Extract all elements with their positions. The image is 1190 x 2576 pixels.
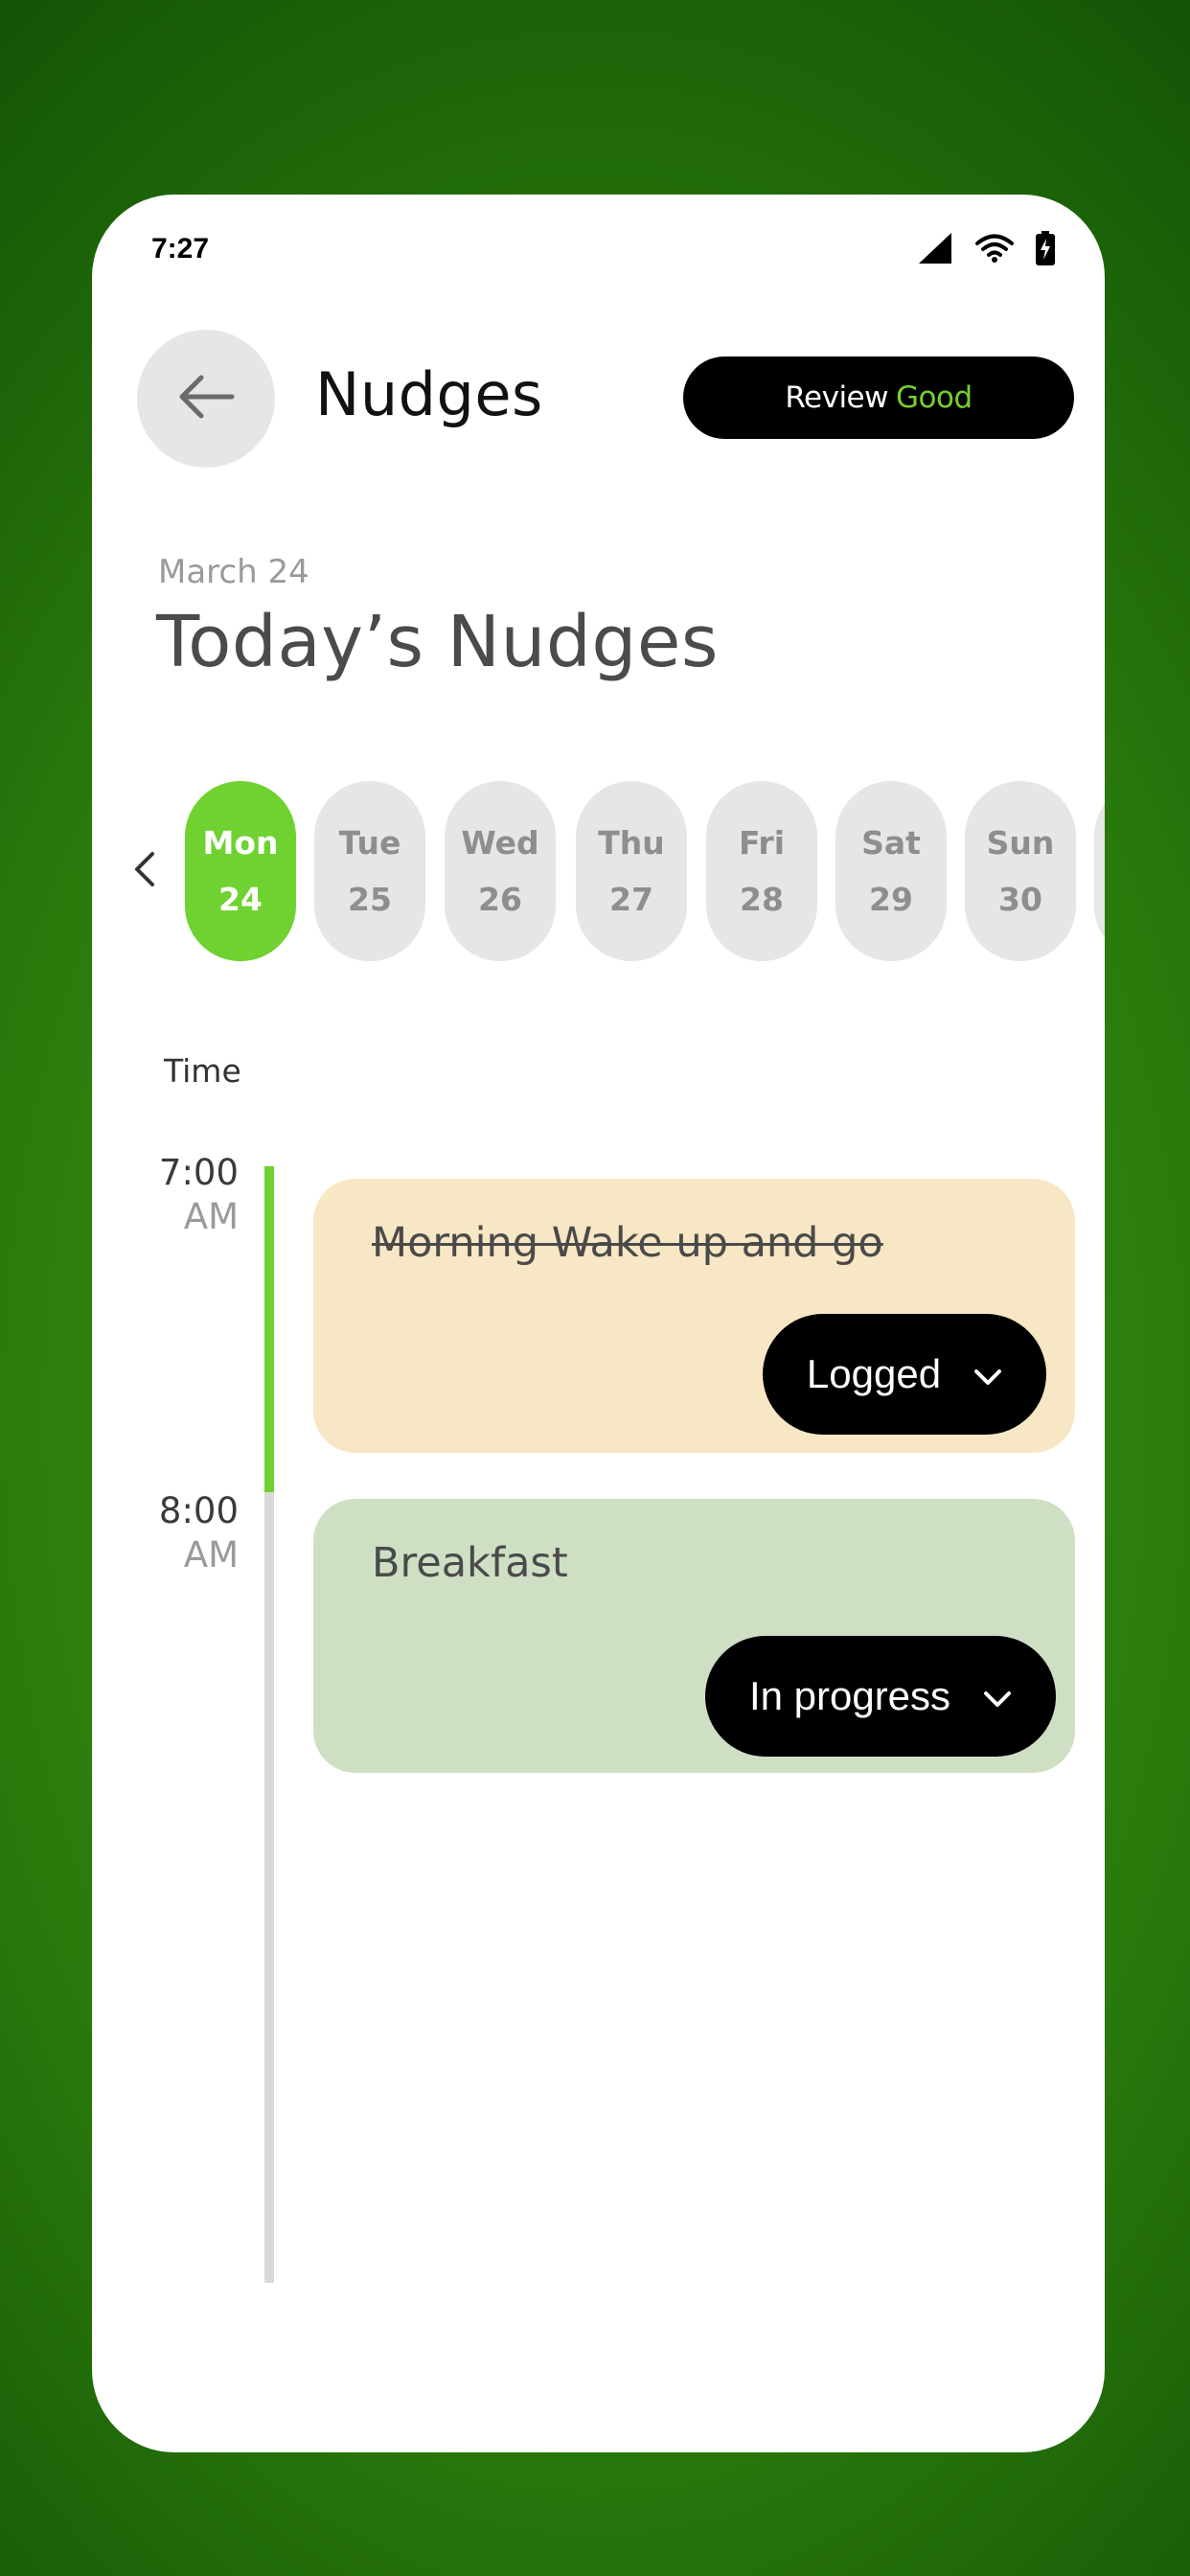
back-button[interactable] [137,330,275,468]
page-header-title: Nudges [315,359,543,429]
page-title: Today’s Nudges [156,601,719,683]
nudge-title: Breakfast [372,1539,568,1587]
chevron-left-icon [133,850,156,892]
day-pill-sun[interactable]: Sun 30 [965,781,1076,961]
status-time: 7:27 [151,233,210,264]
day-number: 25 [348,881,392,918]
previous-week-button[interactable] [121,842,169,900]
day-pill-fri[interactable]: Fri 28 [706,781,817,961]
day-number: 26 [478,881,522,918]
nudge-title: Morning Wake up and go [372,1219,883,1267]
day-pill-wed[interactable]: Wed 26 [445,781,556,961]
day-pill-mon[interactable]: Mon 24 [185,781,296,961]
time-hour: 8:00 [158,1490,239,1531]
time-ampm: AM [183,1196,239,1237]
timeline-progress [264,1166,274,1492]
day-number: 30 [998,881,1042,918]
day-number: 27 [609,881,653,918]
day-name: Thu [598,824,665,862]
current-date-label: March 24 [158,553,309,591]
day-name: Sat [861,824,921,862]
time-hour: 7:00 [158,1152,239,1193]
day-number: 29 [869,881,913,918]
status-dropdown-logged[interactable]: Logged [763,1314,1046,1435]
wifi-icon [974,233,1015,264]
day-number: 24 [218,881,263,918]
review-label: Review [785,380,888,415]
nudge-card-morning[interactable]: Morning Wake up and go Logged [313,1179,1075,1453]
day-name: Sun [986,824,1055,862]
time-slot-8am: 8:00 AM [133,1489,239,1577]
phone-screen: 7:27 Nudges Review Good March 24 Today’s… [92,195,1105,2452]
day-pill-thu[interactable]: Thu 27 [576,781,687,961]
day-name: Wed [461,824,539,862]
day-pill-tue[interactable]: Tue 25 [314,781,425,961]
chevron-down-icon [973,1351,1002,1397]
day-name: Fri [738,824,786,862]
status-icons [917,231,1055,265]
day-name: Tue [338,824,401,862]
day-pill-next-partial[interactable] [1094,781,1105,961]
day-name: Mon [202,824,279,862]
status-value: In progress [748,1673,951,1718]
signal-icon [917,232,953,264]
status-value: Logged [806,1351,942,1396]
day-number: 28 [740,881,784,918]
battery-charging-icon [1036,231,1055,265]
time-ampm: AM [183,1534,239,1576]
review-button[interactable]: Review Good [683,356,1074,439]
status-dropdown-in-progress[interactable]: In progress [705,1636,1056,1757]
time-column-header: Time [164,1052,241,1090]
chevron-down-icon [983,1673,1012,1719]
nudge-card-breakfast[interactable]: Breakfast In progress [313,1499,1075,1773]
review-value: Good [895,380,973,415]
time-slot-7am: 7:00 AM [133,1151,239,1239]
arrow-left-icon [176,374,236,424]
day-pill-sat[interactable]: Sat 29 [835,781,947,961]
